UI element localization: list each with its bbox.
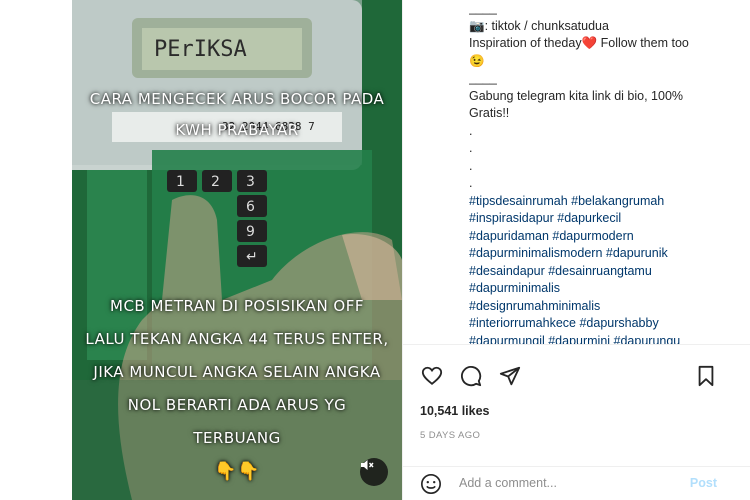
overlay-line-3: JIKA MUNCUL ANGKA SELAIN ANGKA — [93, 363, 381, 381]
like-count[interactable]: 10,541 likes — [420, 404, 490, 418]
overlay-line-2: LALU TEKAN ANGKA 44 TERUS ENTER, — [85, 330, 389, 348]
key-9: 9 — [246, 224, 255, 240]
post-comment-button[interactable]: Post — [690, 476, 717, 490]
caption-line: ____ — [469, 1, 497, 15]
comment-button[interactable] — [459, 364, 483, 388]
caption-line: 📷: tiktok / chunksatudua — [469, 18, 609, 33]
comment-icon — [461, 366, 482, 387]
pointing-down-emoji: 👇👇 — [214, 461, 260, 482]
caption-line: 😉 — [469, 53, 485, 68]
overlay-title: CARA MENGECEK ARUS BOCOR PADA KWH PRABAY… — [72, 90, 402, 140]
caption-hashtags-line[interactable]: #designrumahminimalis — [469, 298, 739, 316]
speaker-muted-icon — [361, 460, 374, 470]
comment-bar: Add a comment... Post — [403, 466, 750, 500]
action-bar: 10,541 likes 5 DAYS AGO Add a comment...… — [403, 344, 750, 500]
overlay-line-4: NOL BERARTI ADA ARUS YG — [127, 396, 347, 414]
caption-line: . — [469, 123, 473, 138]
caption-line: . — [469, 158, 473, 173]
key-enter: ↵ — [246, 249, 258, 265]
post-sidebar: ____ 📷: tiktok / chunksatudua Inspiration … — [402, 0, 750, 500]
post-video[interactable]: PErIKSA 32 2044 6828 7 1 2 3 6 9 ↵ CARA … — [72, 0, 402, 500]
post-caption: ____ 📷: tiktok / chunksatudua Inspiration … — [469, 0, 739, 344]
caption-hashtags-line[interactable]: #dapurminimalis — [469, 280, 739, 298]
mute-button[interactable] — [360, 458, 388, 486]
caption-hashtags-line[interactable]: #inspirasidapur #dapurkecil — [469, 210, 739, 228]
key-1: 1 — [176, 174, 185, 190]
caption-line: Gratis!! — [469, 106, 510, 120]
key-6: 6 — [246, 199, 255, 215]
meter-display-text: PErIKSA — [154, 37, 247, 62]
caption-line: Gabung telegram kita link di bio, 100% — [469, 88, 684, 103]
heart-icon — [421, 366, 443, 385]
caption-hashtags-line[interactable]: #interiorrumahkece #dapurshabby — [469, 315, 739, 333]
bookmark-icon — [698, 365, 714, 387]
caption-hashtags-line[interactable]: #desaindapur #desainruangtamu — [469, 263, 739, 281]
key-2: 2 — [211, 174, 220, 190]
overlay-title-line-2: KWH PRABAYAR — [175, 120, 299, 139]
caption-line: . — [469, 176, 473, 190]
emoji-button[interactable] — [419, 472, 443, 496]
overlay-title-line-1: CARA MENGECEK ARUS BOCOR PADA — [89, 90, 385, 108]
like-button[interactable] — [420, 364, 444, 388]
left-gutter — [0, 0, 72, 500]
key-3: 3 — [246, 174, 255, 190]
instagram-post: PErIKSA 32 2044 6828 7 1 2 3 6 9 ↵ CARA … — [0, 0, 750, 500]
caption-hashtags-line[interactable]: #dapuridaman #dapurmodern — [469, 228, 739, 246]
overlay-line-5: TERBUANG — [193, 429, 281, 447]
comment-input[interactable]: Add a comment... — [459, 476, 557, 490]
post-timestamp[interactable]: 5 DAYS AGO — [420, 430, 480, 441]
overlay-instructions: MCB METRAN DI POSISIKAN OFF LALU TEKAN A… — [72, 290, 402, 488]
overlay-line-1: MCB METRAN DI POSISIKAN OFF — [110, 297, 364, 315]
caption-hashtags-line[interactable]: #dapurminimalismodern #dapurunik — [469, 245, 739, 263]
caption-hashtags-line[interactable]: #tipsdesainrumah #belakangrumah — [469, 193, 739, 211]
caption-line: ____ — [469, 71, 497, 85]
save-button[interactable] — [694, 364, 718, 388]
caption-line: . — [469, 141, 473, 155]
paper-plane-icon — [499, 366, 521, 386]
caption-hashtags-line[interactable]: #dapurmungil #dapurmini #dapurungu — [469, 333, 739, 345]
share-button[interactable] — [498, 364, 522, 388]
caption-line: Inspiration of theday❤️ Follow them too — [469, 36, 689, 50]
smiley-icon — [421, 474, 441, 494]
